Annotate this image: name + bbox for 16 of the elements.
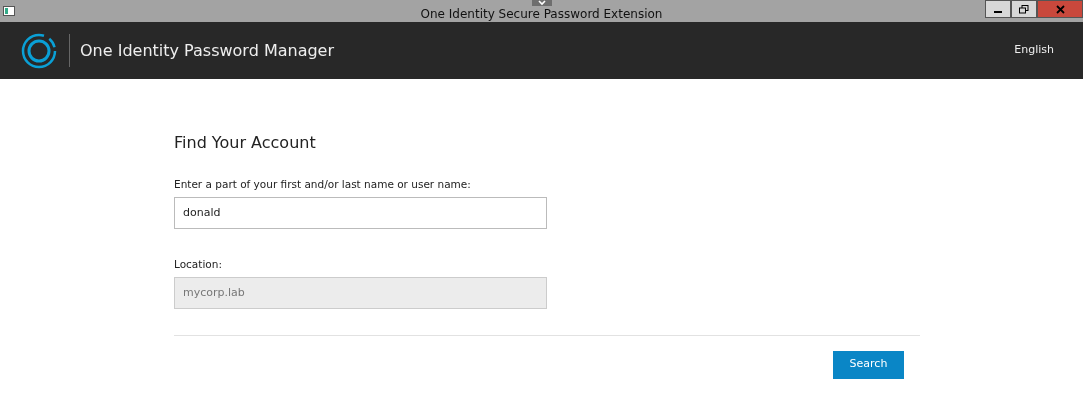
search-button[interactable]: Search <box>833 350 904 379</box>
chevron-down-icon[interactable] <box>532 0 552 6</box>
restore-button[interactable] <box>1011 0 1037 18</box>
input-field[interactable]: donald <box>174 196 547 229</box>
window-title: One Identity Secure Password Extension <box>420 7 663 21</box>
app-icon <box>3 6 15 16</box>
minimize-button[interactable] <box>985 0 1011 18</box>
page-title: Find Your Account <box>174 133 317 153</box>
field-label: Enter a part of your first and/or last name or user name: <box>174 177 472 192</box>
restore-icon <box>1019 4 1029 14</box>
close-icon <box>1055 4 1065 14</box>
language-selector[interactable]: English <box>1014 42 1054 59</box>
logo-icon <box>21 32 57 69</box>
app-name: One Identity Password Manager <box>80 39 335 62</box>
field-label: Location: <box>174 256 223 272</box>
close-button[interactable] <box>1037 0 1083 18</box>
